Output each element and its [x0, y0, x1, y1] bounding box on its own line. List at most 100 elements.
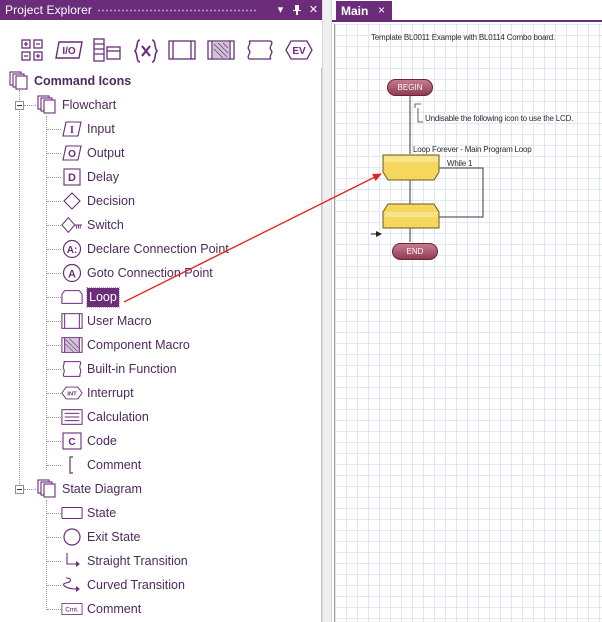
tree-item-label: Comment: [87, 458, 142, 472]
flowchart-collapse-toggle[interactable]: [15, 101, 24, 110]
tree-item-label: Code: [87, 434, 117, 448]
tab-main[interactable]: Main ×: [336, 1, 392, 21]
tree-item-builtin-function[interactable]: Built-in Function: [61, 358, 177, 380]
tree-item-input[interactable]: I Input: [61, 118, 115, 140]
tree-item-label: Interrupt: [87, 386, 134, 400]
tree-category-state-diagram[interactable]: State Diagram: [36, 478, 142, 500]
tree-item-delay[interactable]: D Delay: [61, 166, 119, 188]
tree-item-declare-connection-point[interactable]: A: Declare Connection Point: [61, 238, 229, 260]
project-explorer-titlebar[interactable]: Project Explorer ▾ ✕: [0, 0, 322, 20]
window-position-dropdown-icon[interactable]: ▾: [273, 2, 288, 18]
variables-tool-icon[interactable]: [133, 38, 159, 63]
svg-text:Cmt.: Cmt.: [65, 607, 79, 614]
tree-item-interrupt[interactable]: INT Interrupt: [61, 382, 134, 404]
state-diagram-collapse-toggle[interactable]: [15, 485, 24, 494]
events-tool-icon[interactable]: EV: [284, 38, 314, 62]
delay-icon: D: [61, 166, 83, 188]
tree-root-command-icons[interactable]: Command Icons: [8, 70, 131, 92]
titlebar-grip[interactable]: [97, 9, 257, 12]
components-tool-icon[interactable]: [92, 38, 122, 62]
io-tool-text: I/O: [62, 46, 76, 57]
close-icon[interactable]: ✕: [306, 2, 321, 18]
pin-icon[interactable]: [289, 2, 304, 18]
tree-item-user-macro[interactable]: User Macro: [61, 310, 152, 332]
interrupt-icon: INT: [61, 382, 83, 404]
code-icon: C: [61, 430, 83, 452]
decision-icon: [61, 190, 83, 212]
loop-title-text: Loop Forever - Main Program Loop: [413, 145, 532, 154]
command-icons-folder-icon: [8, 70, 30, 92]
io-tool-icon[interactable]: I/O: [54, 38, 84, 62]
lcd-comment-text[interactable]: Undisable the following icon to use the …: [425, 114, 573, 123]
pane-splitter[interactable]: [322, 0, 332, 622]
goto-connection-point-icon: A: [61, 262, 83, 284]
calculation-icon: [61, 406, 83, 428]
tree-item-switch[interactable]: Switch: [61, 214, 124, 236]
loop-icon: [61, 286, 83, 308]
state-icon: [61, 502, 83, 524]
tree-item-state-comment[interactable]: Cmt. Comment: [61, 598, 141, 620]
tree-item-label: Curved Transition: [87, 578, 185, 592]
input-icon: I: [61, 118, 83, 140]
tree-item-label: Delay: [87, 170, 119, 184]
loop-end-icon[interactable]: [383, 204, 439, 228]
tree-item-label: Declare Connection Point: [87, 242, 229, 256]
explorer-toolbar: I/O EV: [0, 20, 322, 68]
switch-icon: [61, 214, 83, 236]
tree-item-output[interactable]: O Output: [61, 142, 125, 164]
tab-close-icon[interactable]: ×: [378, 3, 385, 17]
tree-item-label: Input: [87, 122, 115, 136]
project-explorer-title: Project Explorer: [5, 3, 92, 17]
command-icons-tree: Command Icons Flowchart I Input O Output D De…: [0, 70, 322, 622]
straight-transition-icon: [61, 550, 83, 572]
output-icon: O: [61, 142, 83, 164]
tree-item-label: Calculation: [87, 410, 149, 424]
tree-item-label: Component Macro: [87, 338, 190, 352]
svg-text:A:: A:: [67, 245, 78, 256]
flowchart-canvas[interactable]: Template BL0011 Example with BL0114 Comb…: [334, 24, 602, 622]
macros-tool-icon[interactable]: [167, 38, 197, 62]
loop-start-icon[interactable]: [383, 155, 439, 180]
tree-item-label: Goto Connection Point: [87, 266, 213, 280]
svg-text:O: O: [68, 149, 76, 160]
tree-item-straight-transition[interactable]: Straight Transition: [61, 550, 188, 572]
tree-item-curved-transition[interactable]: Curved Transition: [61, 574, 185, 596]
tab-main-label: Main: [341, 4, 369, 18]
tree-item-label: Decision: [87, 194, 135, 208]
tree-item-code[interactable]: C Code: [61, 430, 117, 452]
tree-item-label: Exit State: [87, 530, 141, 544]
command-icons-tool-icon[interactable]: [20, 38, 44, 62]
user-macro-icon: [61, 310, 83, 332]
loop-condition-text: While 1: [447, 159, 473, 168]
tree-item-label: Straight Transition: [87, 554, 188, 568]
flowchart-folder-icon: [36, 94, 58, 116]
tree-item-comment[interactable]: Comment: [61, 454, 141, 476]
tree-item-loop[interactable]: Loop: [61, 286, 120, 308]
end-terminator[interactable]: END: [392, 243, 438, 260]
state-diagram-folder-icon: [36, 478, 58, 500]
tree-item-state[interactable]: State: [61, 502, 116, 524]
tree-item-exit-state[interactable]: Exit State: [61, 526, 141, 548]
builtin-functions-tool-icon[interactable]: [246, 38, 274, 62]
component-macros-tool-icon[interactable]: [206, 38, 236, 62]
project-explorer-panel: Project Explorer ▾ ✕ I/O EV Command Icon…: [0, 0, 322, 622]
tree-item-calculation[interactable]: Calculation: [61, 406, 149, 428]
curved-transition-icon: [61, 574, 83, 596]
svg-text:A: A: [68, 269, 76, 281]
ev-tool-text: EV: [292, 46, 306, 57]
tree-item-label: Switch: [87, 218, 124, 232]
state-diagram-label: State Diagram: [62, 482, 142, 496]
tree-root-label: Command Icons: [34, 74, 132, 88]
declare-connection-point-icon: A:: [61, 238, 83, 260]
svg-text:I: I: [70, 125, 74, 136]
builtin-function-icon: [61, 358, 83, 380]
tree-item-goto-connection-point[interactable]: A Goto Connection Point: [61, 262, 213, 284]
tree-category-flowchart[interactable]: Flowchart: [36, 94, 116, 116]
tree-item-decision[interactable]: Decision: [61, 190, 135, 212]
document-area: Main × Template BL0011 Example with BL01…: [332, 0, 602, 622]
document-tabstrip: Main ×: [332, 0, 602, 22]
tree-item-label: User Macro: [87, 314, 152, 328]
comment-icon: [61, 454, 83, 476]
tree-item-component-macro[interactable]: Component Macro: [61, 334, 190, 356]
begin-terminator[interactable]: BEGIN: [387, 79, 433, 96]
